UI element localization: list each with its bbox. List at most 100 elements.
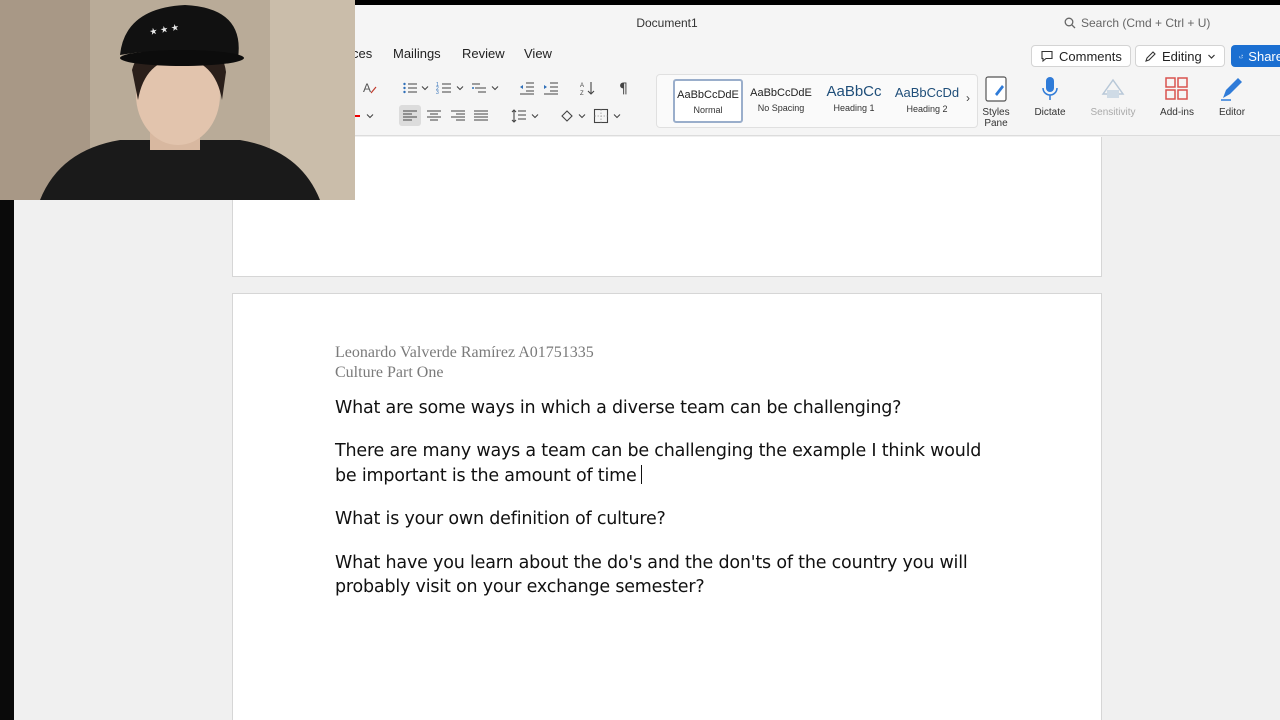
style-name: Heading 1 — [833, 103, 875, 113]
style-name: Heading 2 — [906, 104, 948, 114]
chevron-down-icon[interactable] — [421, 84, 429, 92]
chevron-down-icon[interactable] — [456, 84, 464, 92]
style-name: No Spacing — [757, 103, 805, 113]
style-no-spacing[interactable]: AaBbCcDdE No Spacing — [746, 79, 816, 123]
style-heading-2[interactable]: AaBbCcDd Heading 2 — [892, 79, 962, 123]
sort-icon: AZ — [580, 82, 595, 96]
chevron-down-icon[interactable] — [578, 112, 586, 120]
share-label: Share — [1248, 48, 1280, 64]
show-formatting-button[interactable]: ¶ — [616, 79, 634, 97]
chevron-down-icon — [1207, 54, 1215, 59]
tab-references[interactable]: ces — [352, 46, 372, 61]
bullet-list-icon — [403, 82, 417, 94]
line-spacing-icon — [511, 109, 526, 123]
chevron-down-icon[interactable] — [491, 84, 499, 92]
style-heading-1[interactable]: AaBbCc Heading 1 — [819, 79, 889, 123]
multilevel-list-button[interactable] — [470, 79, 488, 97]
svg-text:Z: Z — [580, 91, 584, 96]
share-icon — [1239, 54, 1243, 58]
search-icon — [1064, 17, 1076, 29]
editor-button[interactable]: Editor — [1212, 74, 1252, 118]
webcam-feed-image: ★ ★ ★ — [0, 0, 355, 200]
align-right-icon — [451, 110, 465, 121]
left-edge-bar — [0, 200, 14, 720]
increase-indent-button[interactable] — [542, 79, 560, 97]
add-ins-button[interactable]: Add-ins — [1155, 74, 1199, 118]
line-spacing-button[interactable] — [510, 107, 528, 125]
question-3-line-2: probably visit on your exchange semester… — [335, 577, 705, 597]
question-3-line-1: What have you learn about the do's and t… — [335, 553, 968, 573]
chevron-down-icon[interactable] — [613, 112, 621, 120]
comment-icon — [1041, 50, 1053, 63]
search-box[interactable]: Search (Cmd + Ctrl + U) — [1064, 16, 1210, 30]
styles-gallery: AaBbCcDdE Normal AaBbCcDdE No Spacing Aa… — [656, 74, 978, 128]
question-1: What are some ways in which a diverse te… — [335, 398, 902, 418]
answer-1-line-2-text: be important is the amount of time — [335, 466, 637, 486]
svg-text:¶: ¶ — [619, 81, 628, 96]
shading-button[interactable] — [558, 107, 576, 125]
clear-formatting-icon: A — [363, 81, 377, 95]
document-page-1[interactable] — [232, 137, 1102, 277]
header-author-line: Leonardo Valverde Ramírez A01751335 — [335, 344, 594, 361]
align-left-button[interactable] — [401, 107, 419, 125]
style-sample: AaBbCcDd — [894, 85, 960, 100]
numbering-button[interactable]: 123 — [435, 79, 453, 97]
editor-label: Editor — [1218, 107, 1246, 118]
multilevel-list-icon — [472, 83, 486, 93]
style-name: Normal — [693, 105, 723, 115]
decrease-indent-icon — [520, 82, 534, 95]
justify-icon — [474, 110, 488, 121]
chevron-down-icon[interactable] — [366, 112, 374, 120]
tab-review[interactable]: Review — [462, 46, 505, 61]
tab-view[interactable]: View — [524, 46, 552, 61]
align-center-button[interactable] — [425, 107, 443, 125]
styles-pane-label: Styles Pane — [982, 107, 1010, 129]
sensitivity-button[interactable]: Sensitivity — [1085, 74, 1141, 118]
style-sample: AaBbCcDdE — [677, 89, 739, 101]
comments-label: Comments — [1059, 48, 1122, 64]
chevron-right-icon[interactable]: › — [966, 91, 970, 105]
sensitivity-icon — [1101, 78, 1125, 98]
align-right-button[interactable] — [449, 107, 467, 125]
align-left-icon — [403, 110, 417, 121]
decrease-indent-button[interactable] — [518, 79, 536, 97]
search-label: Search (Cmd + Ctrl + U) — [1081, 16, 1211, 30]
style-sample: AaBbCc — [826, 83, 882, 100]
document-page-2[interactable]: Leonardo Valverde Ramírez A01751335 Cult… — [232, 293, 1102, 720]
answer-1-line-1: There are many ways a team can be challe… — [335, 441, 982, 461]
tab-mailings[interactable]: Mailings — [393, 46, 441, 61]
comments-button[interactable]: Comments — [1031, 45, 1131, 67]
numbered-list-icon: 123 — [436, 82, 451, 96]
webcam-overlay: ★ ★ ★ — [0, 0, 355, 200]
pencil-icon — [1145, 50, 1156, 62]
justify-button[interactable] — [472, 107, 490, 125]
bullets-button[interactable] — [401, 79, 419, 97]
editor-pen-icon — [1221, 78, 1242, 101]
sensitivity-label: Sensitivity — [1090, 107, 1136, 118]
paint-bucket-icon — [561, 110, 573, 122]
styles-pane-button[interactable]: Styles Pane — [977, 74, 1015, 129]
dictate-label: Dictate — [1034, 107, 1066, 118]
clear-formatting-button[interactable]: A — [361, 79, 379, 97]
document-title: Document1 — [636, 16, 698, 30]
header-subtitle-line: Culture Part One — [335, 364, 444, 381]
text-cursor — [640, 465, 642, 484]
chevron-down-icon[interactable] — [531, 112, 539, 120]
styles-pane-icon — [985, 76, 1007, 102]
dictate-button[interactable]: Dictate — [1028, 74, 1072, 118]
svg-text:3: 3 — [436, 90, 439, 96]
sort-button[interactable]: AZ — [579, 79, 597, 97]
svg-text:A: A — [580, 83, 584, 89]
microphone-icon — [1042, 77, 1058, 100]
svg-text:A: A — [363, 81, 371, 95]
borders-button[interactable] — [592, 107, 610, 125]
editing-mode-button[interactable]: Editing — [1135, 45, 1225, 67]
question-2: What is your own definition of culture? — [335, 509, 666, 529]
borders-icon — [593, 108, 609, 124]
editing-label: Editing — [1162, 48, 1202, 64]
add-ins-icon — [1165, 77, 1188, 100]
pilcrow-icon: ¶ — [619, 81, 628, 96]
share-button[interactable]: Share — [1231, 45, 1280, 67]
align-center-icon — [427, 110, 441, 121]
style-normal[interactable]: AaBbCcDdE Normal — [673, 79, 743, 123]
